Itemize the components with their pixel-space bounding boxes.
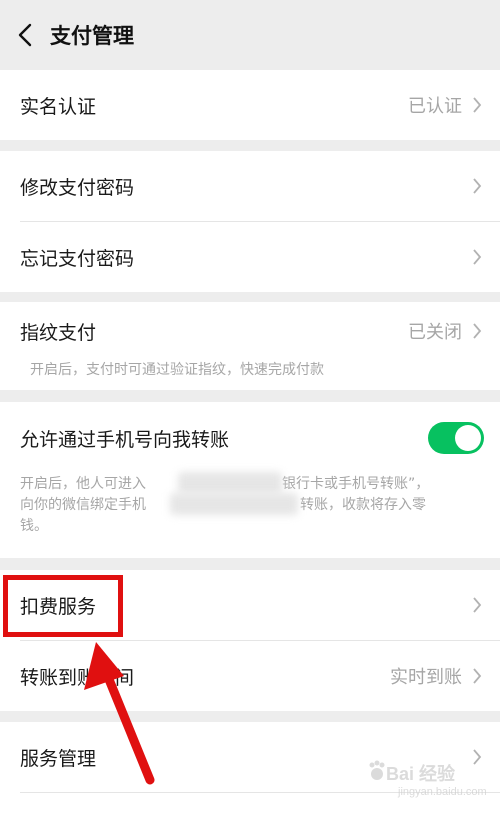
phone-transfer-row: 允许通过手机号向我转账 [0,402,500,474]
change-password-label: 修改支付密码 [20,176,135,199]
back-arrow-icon[interactable] [0,0,50,70]
toggle-knob [455,425,481,451]
watermark-text: Bai 经验 [386,764,456,784]
change-password-row[interactable]: 修改支付密码 [0,151,500,221]
chevron-right-icon [470,594,484,616]
transfer-time-row[interactable]: 转账到账时间 实时到账 [0,641,500,711]
fingerprint-description: 开启后，支付时可通过验证指纹，快速完成付款 [30,362,324,378]
watermark-logo: Bai 经验 jingyan.baidu.com [368,756,487,806]
highlight-box [3,575,123,637]
realname-group: 实名认证 已认证 [0,70,500,140]
desc-line-2-end: 转账，收款将存入零 [300,497,426,513]
forgot-password-row[interactable]: 忘记支付密码 [0,222,500,292]
header: 支付管理 [0,0,500,70]
phone-transfer-label: 允许通过手机号向我转账 [20,428,230,451]
paw-icon [369,760,385,780]
desc-line-3: 钱。 [20,518,48,534]
chevron-right-icon [470,175,484,197]
fingerprint-group: 指纹支付 已关闭 开启后，支付时可通过验证指纹，快速完成付款 [0,302,500,390]
phone-transfer-description: 开启后，他人可进入 银行卡或手机号转账”， 向你的微信绑定手机 转账，收款将存入… [0,472,500,546]
chevron-right-icon [470,94,484,116]
blurred-text [178,472,282,494]
phone-transfer-toggle[interactable] [428,422,484,454]
fingerprint-row[interactable]: 指纹支付 已关闭 [0,302,500,360]
fingerprint-label: 指纹支付 [20,321,97,344]
realname-row[interactable]: 实名认证 已认证 [0,70,500,140]
realname-label: 实名认证 [20,95,97,118]
phone-transfer-group: 允许通过手机号向我转账 开启后，他人可进入 银行卡或手机号转账”， 向你的微信绑… [0,402,500,558]
chevron-right-icon [470,320,484,342]
transfer-time-value: 实时到账 [390,667,462,688]
desc-line-2-start: 向你的微信绑定手机 [20,497,146,513]
fingerprint-status: 已关闭 [408,322,462,343]
page-title: 支付管理 [50,24,134,48]
watermark-url: jingyan.baidu.com [398,786,487,798]
realname-status: 已认证 [408,96,462,117]
transfer-time-label: 转账到账时间 [20,666,135,689]
desc-line-1-end: 银行卡或手机号转账”， [282,476,430,492]
password-group: 修改支付密码 忘记支付密码 [0,151,500,292]
desc-line-1-start: 开启后，他人可进入 [20,476,146,492]
forgot-password-label: 忘记支付密码 [20,247,135,270]
blurred-text [170,493,298,515]
chevron-right-icon [470,246,484,268]
chevron-right-icon [470,665,484,687]
